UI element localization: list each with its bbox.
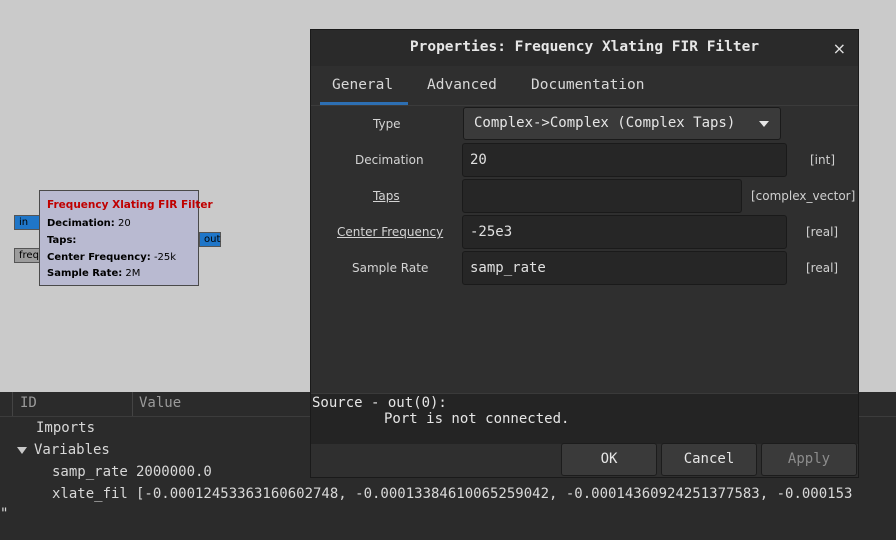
stray-text: " <box>0 506 9 522</box>
chevron-down-icon <box>759 121 769 127</box>
port-out[interactable]: out <box>199 232 221 247</box>
tree-variables[interactable]: Variables <box>34 442 110 458</box>
apply-button[interactable]: Apply <box>761 443 857 476</box>
message-line-2: Port is not connected. <box>384 411 570 427</box>
cancel-button[interactable]: Cancel <box>661 443 757 476</box>
center-frequency-field[interactable]: -25e3 <box>462 215 787 249</box>
type-value: Complex->Complex (Complex Taps) <box>474 115 736 131</box>
message-line-1: Source - out(0): <box>312 395 447 411</box>
tab-general[interactable]: General <box>332 77 393 93</box>
variable-row-value: [-0.00012453363160602748, -0.00013384610… <box>136 486 853 502</box>
expand-triangle-icon[interactable] <box>17 447 27 454</box>
center-frequency-label: Center Frequency <box>337 225 444 239</box>
decimation-label: Decimation <box>355 153 424 167</box>
variable-row-id[interactable]: samp_rate <box>52 464 128 480</box>
taps-label: Taps <box>373 189 400 203</box>
center-frequency-unit: [real] <box>806 225 839 239</box>
taps-unit: [complex_vector] <box>751 189 856 203</box>
type-dropdown[interactable]: Complex->Complex (Complex Taps) <box>463 107 781 140</box>
taps-field[interactable] <box>462 179 742 213</box>
block-param-rate: Sample Rate: 2M <box>47 268 141 279</box>
tree-imports[interactable]: Imports <box>36 420 95 436</box>
sample-rate-value: samp_rate <box>470 260 546 276</box>
active-tab-indicator <box>320 102 408 105</box>
close-icon[interactable]: × <box>833 39 846 58</box>
ok-button[interactable]: OK <box>561 443 657 476</box>
error-message-area: Source - out(0): Port is not connected. <box>311 393 858 444</box>
col-id-header[interactable]: ID <box>20 395 37 411</box>
port-freq[interactable]: freq <box>14 248 40 263</box>
port-out-label: out <box>204 234 221 245</box>
block-param-center: Center Frequency: -25k <box>47 252 177 263</box>
dialog-title: Properties: Frequency Xlating FIR Filter <box>311 30 858 66</box>
sample-rate-unit: [real] <box>806 261 839 275</box>
variable-row-value: 2000000.0 <box>136 464 212 480</box>
type-label: Type <box>373 117 401 131</box>
sample-rate-field[interactable]: samp_rate <box>462 251 787 285</box>
variable-row-id[interactable]: xlate_fil <box>52 486 136 502</box>
block-param-taps: Taps: <box>47 235 77 246</box>
tab-advanced[interactable]: Advanced <box>427 77 497 93</box>
block-param-decimation: Decimation: 20 <box>47 218 131 229</box>
decimation-unit: [int] <box>810 153 836 167</box>
properties-dialog: Properties: Frequency Xlating FIR Filter… <box>310 29 859 478</box>
sample-rate-label: Sample Rate <box>352 261 429 275</box>
decimation-field[interactable]: 20 <box>462 143 787 177</box>
port-in[interactable]: in <box>14 215 40 230</box>
tab-bar: General Advanced Documentation <box>311 67 858 106</box>
port-freq-label: freq <box>19 250 39 261</box>
center-frequency-value: -25e3 <box>470 224 513 240</box>
fir-filter-block[interactable]: Frequency Xlating FIR Filter Decimation:… <box>39 190 213 286</box>
port-in-label: in <box>19 217 29 228</box>
decimation-value: 20 <box>470 152 487 168</box>
col-value-header[interactable]: Value <box>139 395 181 411</box>
tab-documentation[interactable]: Documentation <box>531 77 645 93</box>
block-title: Frequency Xlating FIR Filter <box>47 199 213 211</box>
